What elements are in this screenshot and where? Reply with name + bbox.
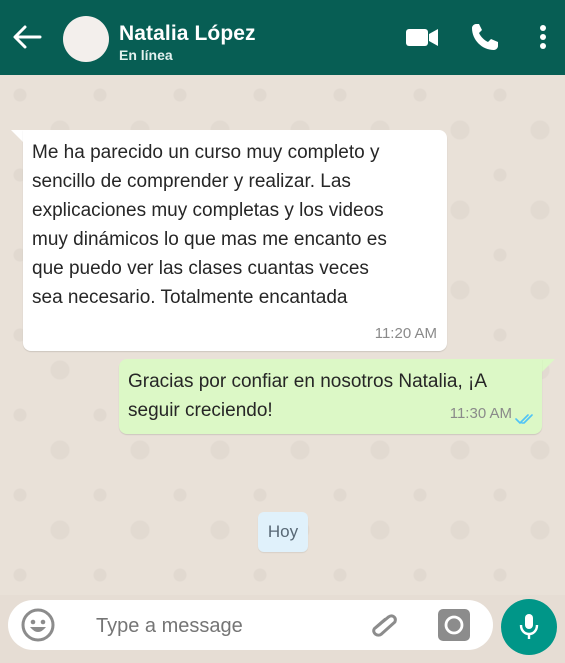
- message-time: 11:20 AM: [374, 325, 437, 342]
- message-line: Me ha parecido un curso muy completo y: [32, 142, 380, 163]
- mic-icon: [519, 614, 539, 639]
- video-call-icon[interactable]: [404, 20, 440, 54]
- message-line: Gracias por confiar en nosotros Natalia,…: [128, 371, 488, 392]
- message-composer: [8, 600, 493, 650]
- message-line: muy dinámicos lo que mas me encanto es: [32, 229, 387, 250]
- bubble-tail: [542, 359, 555, 372]
- read-ticks-icon: [515, 414, 533, 424]
- phone-icon[interactable]: [468, 20, 504, 54]
- outgoing-message[interactable]: Gracias por confiar en nosotros Natalia,…: [119, 359, 542, 434]
- message-line: explicaciones muy completas y los videos: [32, 200, 384, 221]
- attach-icon[interactable]: [364, 607, 402, 645]
- incoming-message[interactable]: Me ha parecido un curso muy completo y s…: [23, 130, 447, 351]
- date-chip: Hoy: [258, 512, 308, 552]
- contact-status: En línea: [119, 47, 173, 63]
- message-input[interactable]: [94, 610, 348, 642]
- contact-name[interactable]: Natalia López: [119, 22, 256, 46]
- chat-header: Natalia López En línea: [0, 0, 565, 75]
- mic-button[interactable]: [501, 599, 557, 655]
- message-line: sea necesario. Totalmente encantada: [32, 287, 348, 308]
- back-arrow-icon[interactable]: [10, 20, 44, 54]
- message-text: Me ha parecido un curso muy completo y s…: [32, 138, 437, 312]
- chat-area[interactable]: Me ha parecido un curso muy completo y s…: [0, 75, 565, 595]
- message-line: que puedo ver las clases cuantas veces: [32, 258, 369, 279]
- contact-avatar[interactable]: [63, 16, 109, 62]
- more-vert-icon[interactable]: [525, 20, 561, 54]
- message-line: sencillo de comprender y realizar. Las: [32, 171, 351, 192]
- emoji-icon[interactable]: [20, 607, 56, 643]
- message-time: 11:30 AM: [449, 405, 512, 422]
- camera-icon[interactable]: [436, 607, 472, 643]
